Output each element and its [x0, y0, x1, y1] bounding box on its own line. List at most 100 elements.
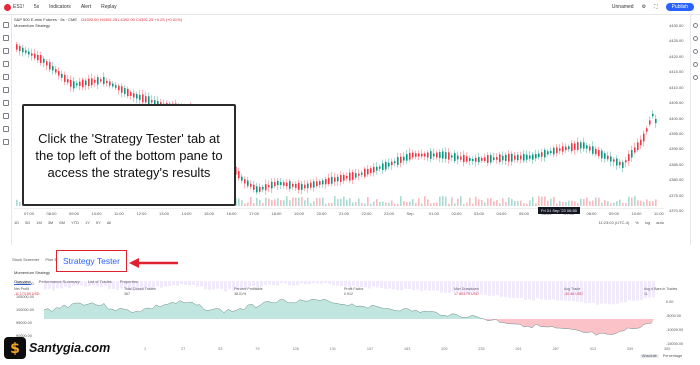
- legend-study-name[interactable]: Momentum Strategy: [14, 23, 182, 29]
- volume-bar: [631, 197, 633, 206]
- candle-body: [40, 55, 42, 63]
- candle-body: [28, 51, 30, 55]
- volume-bar: [583, 199, 585, 206]
- symbol-logo-icon: [4, 3, 11, 11]
- candle-body: [295, 183, 297, 188]
- drawdown-bar: [600, 281, 603, 304]
- drawdown-bar: [60, 281, 63, 289]
- equity-x-tick: 235: [478, 347, 485, 351]
- clock-utc[interactable]: 11:23:03 (UTC-4): [598, 220, 629, 225]
- range-item[interactable]: 1Y: [85, 220, 90, 225]
- drawdown-bar: [436, 281, 439, 291]
- volume-bar: [589, 201, 591, 206]
- calendar-icon[interactable]: [693, 62, 698, 67]
- replay-button[interactable]: Replay: [101, 4, 117, 10]
- log-toggle[interactable]: log: [645, 220, 650, 225]
- candle-body: [619, 161, 621, 166]
- watchlist-icon[interactable]: [693, 23, 698, 28]
- equity-right-tick: -5000.00: [666, 314, 681, 318]
- indicators-button[interactable]: Indicators: [49, 4, 71, 10]
- alert-label: Alert: [80, 4, 92, 10]
- fib-icon[interactable]: [2, 48, 9, 54]
- drawdown-bar: [380, 281, 383, 289]
- range-item[interactable]: 5Y: [96, 220, 101, 225]
- drawdown-bar: [332, 281, 335, 286]
- volume-bar: [616, 201, 618, 206]
- measure-icon[interactable]: [2, 87, 9, 93]
- drawdown-bar: [372, 281, 375, 287]
- volume-bar: [553, 196, 555, 206]
- price-axis[interactable]: 4430.00 4425.00 4420.00 4415.00 4410.00 4405.…: [666, 15, 690, 215]
- volume-bar: [511, 198, 513, 206]
- volume-bar: [448, 203, 450, 206]
- range-item[interactable]: 1D: [14, 220, 19, 225]
- drawdown-bar: [208, 281, 211, 290]
- equity-x-tick: 261: [515, 347, 522, 351]
- volume-bar: [295, 197, 297, 206]
- equity-chart[interactable]: [14, 279, 666, 347]
- drawdown-bar: [280, 281, 283, 284]
- volume-bar: [346, 199, 348, 206]
- symbol-search[interactable]: ES1!: [4, 3, 24, 11]
- drawdown-bar: [144, 281, 147, 289]
- candle-body: [268, 185, 270, 188]
- drawdown-bar: [412, 281, 415, 291]
- range-item[interactable]: 1M: [36, 220, 42, 225]
- range-item[interactable]: YTD: [71, 220, 79, 225]
- time-tick-label: 05:00: [519, 211, 530, 216]
- drawdown-bar: [300, 281, 303, 284]
- range-item[interactable]: 5D: [25, 220, 30, 225]
- drawdown-bar: [404, 281, 407, 289]
- trendline-icon[interactable]: [2, 35, 9, 41]
- candle-body: [508, 154, 510, 162]
- volume-bar: [415, 203, 417, 206]
- alert-button[interactable]: Alert: [81, 4, 91, 10]
- drawdown-bar: [632, 281, 635, 301]
- candle-body: [277, 180, 279, 186]
- drawdown-bar: [100, 281, 103, 288]
- candle-body: [475, 157, 477, 162]
- time-tick-label: 19:00: [294, 211, 305, 216]
- volume-bar: [601, 202, 603, 206]
- candle-body: [514, 155, 516, 160]
- percent-toggle[interactable]: %: [635, 220, 639, 225]
- interval-button[interactable]: 5s: [34, 4, 39, 10]
- drawdown-bar: [76, 281, 79, 286]
- fullscreen-icon[interactable]: ⛶: [654, 4, 658, 10]
- range-item[interactable]: 6M: [59, 220, 65, 225]
- candle-body: [499, 154, 501, 162]
- notifications-icon[interactable]: [693, 75, 698, 80]
- publish-button[interactable]: Publish: [665, 3, 694, 11]
- trash-icon[interactable]: [2, 139, 9, 145]
- settings-icon[interactable]: ⚙: [642, 4, 646, 10]
- lock-icon[interactable]: [2, 126, 9, 132]
- text-icon[interactable]: [2, 74, 9, 80]
- tab-stock-screener[interactable]: Stock Screener: [12, 257, 39, 262]
- candle-body: [34, 53, 36, 59]
- volume-bar: [274, 199, 276, 206]
- layout-name[interactable]: Unnamed: [612, 4, 634, 10]
- candle-body: [454, 153, 456, 161]
- range-item[interactable]: 3M: [48, 220, 54, 225]
- chat-icon[interactable]: [693, 49, 698, 54]
- candle-body: [541, 152, 543, 157]
- candle-body: [604, 153, 606, 159]
- candle-body: [460, 156, 462, 160]
- candle-body: [478, 157, 480, 163]
- auto-toggle[interactable]: auto: [656, 220, 664, 225]
- candle-body: [379, 166, 381, 169]
- candle-body: [61, 73, 63, 78]
- crosshair-icon[interactable]: [2, 22, 9, 28]
- zoom-icon[interactable]: [2, 100, 9, 106]
- volume-bar: [427, 199, 429, 206]
- percentage-toggle[interactable]: Percentage: [663, 354, 682, 358]
- absolute-toggle[interactable]: Absolute: [640, 354, 659, 358]
- drawdown-bar: [160, 281, 163, 288]
- tab-strategy-tester[interactable]: Strategy Tester: [56, 250, 127, 272]
- alerts-icon[interactable]: [693, 36, 698, 41]
- pattern-icon[interactable]: [2, 61, 9, 67]
- range-item[interactable]: All: [107, 220, 111, 225]
- magnet-icon[interactable]: [2, 113, 9, 119]
- candle-body: [397, 157, 399, 165]
- strategy-title[interactable]: Momentum Strategy: [14, 270, 50, 275]
